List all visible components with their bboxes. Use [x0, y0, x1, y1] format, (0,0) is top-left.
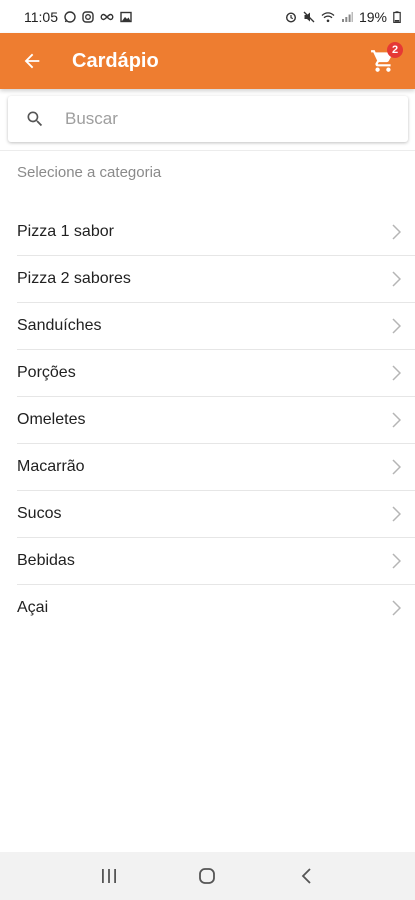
cart-button[interactable]: 2 — [359, 33, 407, 89]
category-label: Pizza 1 sabor — [17, 223, 114, 240]
battery-icon — [393, 10, 401, 23]
list-item[interactable]: Açai — [17, 585, 415, 631]
status-bar: 11:05 19% — [0, 0, 415, 33]
back-icon — [301, 868, 311, 884]
category-label: Sanduíches — [17, 317, 102, 334]
status-left: 11:05 — [24, 9, 132, 25]
back-button[interactable] — [4, 33, 60, 89]
category-label: Bebidas — [17, 552, 75, 569]
gallery-icon — [120, 11, 132, 22]
recents-icon — [102, 869, 117, 883]
category-label: Pizza 2 sabores — [17, 270, 131, 287]
chevron-right-icon — [392, 506, 401, 522]
mute-icon — [303, 11, 315, 22]
back-nav-button[interactable] — [286, 856, 326, 896]
list-item[interactable]: Pizza 2 sabores — [17, 256, 415, 303]
list-item[interactable]: Bebidas — [17, 538, 415, 585]
list-item[interactable]: Sanduíches — [17, 303, 415, 350]
app-bar: Cardápio 2 — [0, 33, 415, 89]
alarm-icon — [285, 11, 296, 23]
chevron-right-icon — [392, 224, 401, 240]
list-item[interactable]: Sucos — [17, 491, 415, 538]
chevron-right-icon — [392, 412, 401, 428]
list-item[interactable]: Pizza 1 sabor — [17, 209, 415, 256]
recents-button[interactable] — [89, 856, 129, 896]
search-bar[interactable] — [8, 96, 408, 142]
chevron-right-icon — [392, 271, 401, 287]
arrow-left-icon — [24, 53, 40, 69]
category-label: Porções — [17, 364, 76, 381]
chevron-right-icon — [392, 600, 401, 616]
category-label: Açai — [17, 599, 49, 616]
chevron-right-icon — [392, 553, 401, 569]
category-label: Macarrão — [17, 458, 85, 475]
divider — [0, 150, 415, 151]
search-icon — [27, 111, 43, 127]
list-item[interactable]: Omeletes — [17, 397, 415, 444]
chevron-right-icon — [392, 365, 401, 381]
category-list: Pizza 1 sabor Pizza 2 sabores Sanduíches… — [0, 209, 415, 631]
chevron-right-icon — [392, 459, 401, 475]
status-right: 19% — [285, 9, 401, 25]
category-label: Sucos — [17, 505, 62, 522]
category-label: Omeletes — [17, 411, 86, 428]
instagram-icon — [82, 10, 94, 23]
list-item[interactable]: Porções — [17, 350, 415, 397]
system-nav-bar — [0, 852, 415, 900]
whatsapp-icon — [64, 10, 76, 23]
search-input[interactable] — [63, 108, 408, 130]
signal-icon — [341, 11, 353, 22]
section-label: Selecione a categoria — [17, 164, 162, 181]
page-title: Cardápio — [72, 49, 159, 72]
battery-level: 19% — [358, 8, 387, 25]
home-icon — [199, 868, 216, 884]
list-item[interactable]: Macarrão — [17, 444, 415, 491]
home-button[interactable] — [187, 856, 227, 896]
cart-count-badge: 2 — [387, 42, 403, 58]
wifi-icon — [321, 11, 335, 22]
infinity-icon — [100, 13, 114, 20]
chevron-right-icon — [392, 318, 401, 334]
status-time: 11:05 — [24, 8, 58, 25]
